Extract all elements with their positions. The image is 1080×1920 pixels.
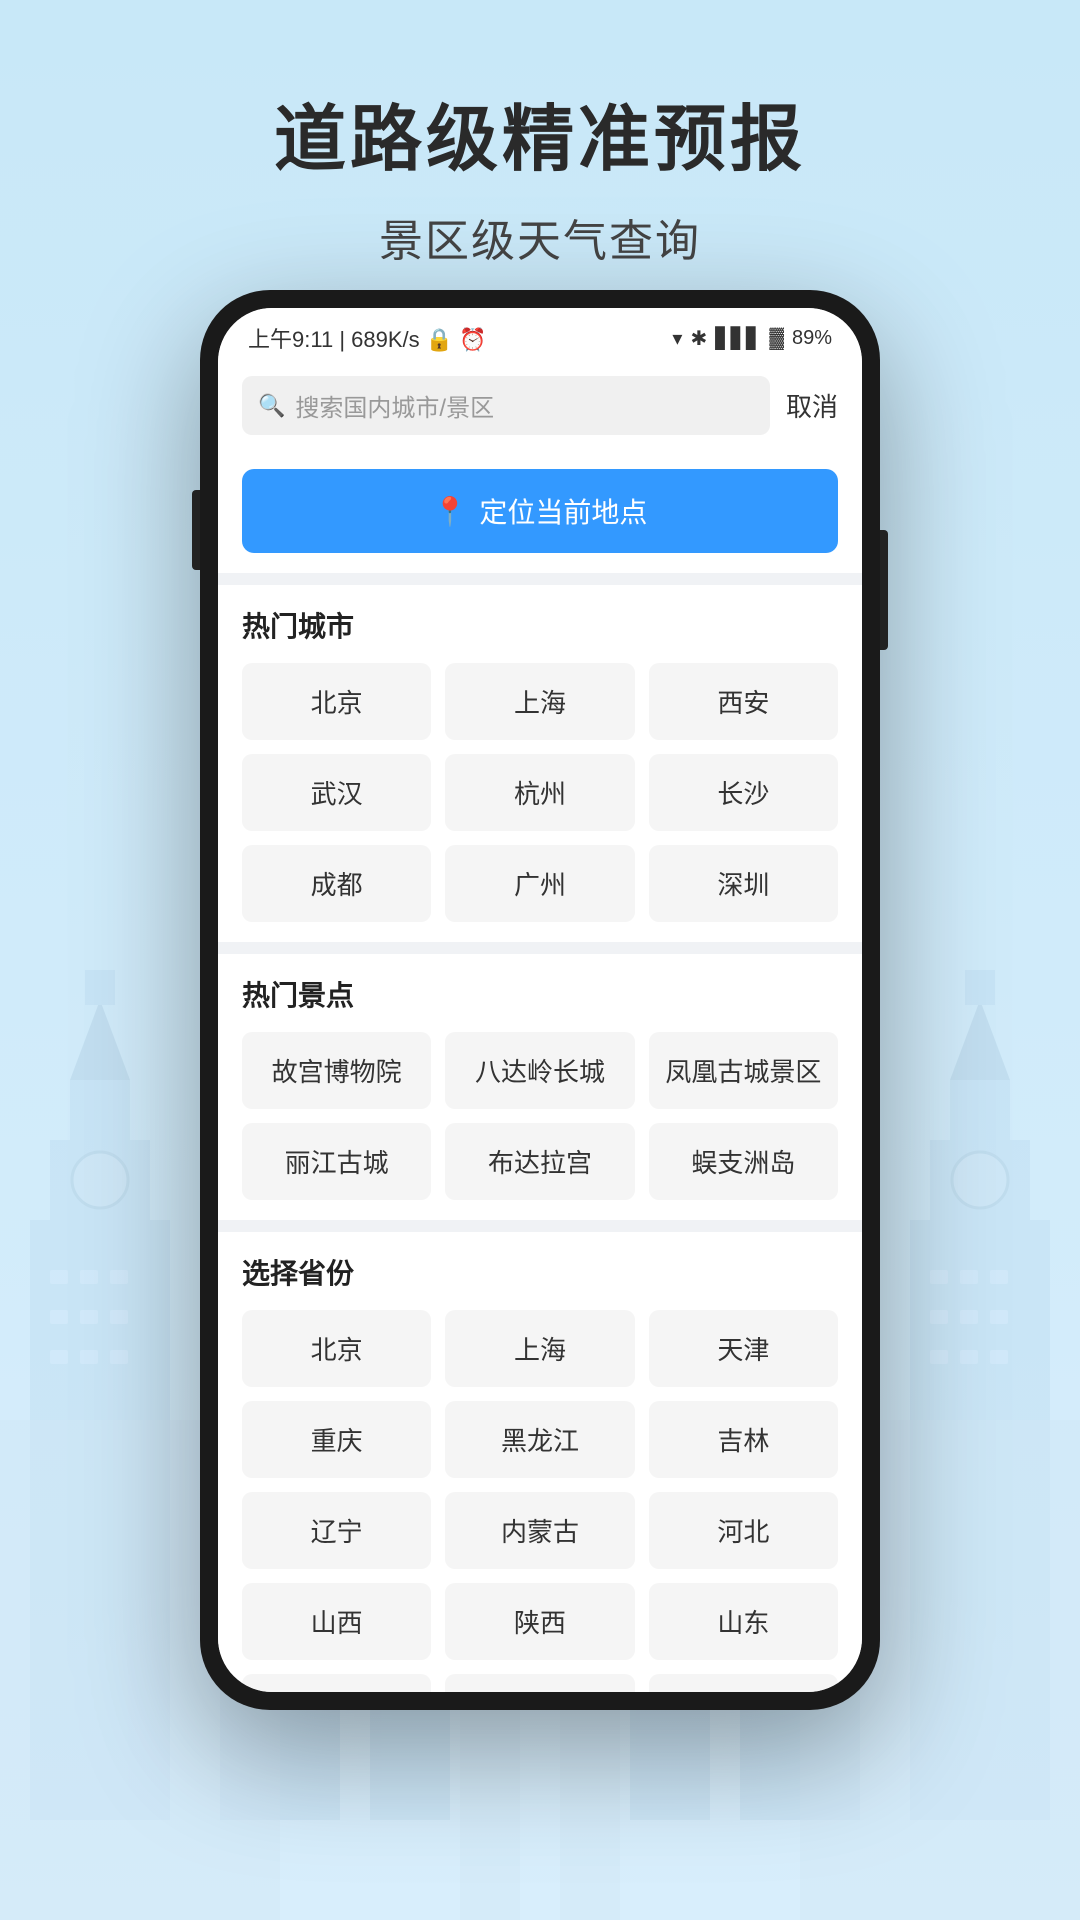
provinces-title: 选择省份: [242, 1252, 838, 1292]
search-icon: 🔍: [258, 393, 285, 419]
hot-cities-grid: 北京上海西安武汉杭州长沙成都广州深圳: [242, 663, 838, 922]
province-item[interactable]: 北京: [242, 1310, 431, 1387]
status-bar: 上午9:11 | 689K/s 🔒 ⏰ ▾ ✱ ▋▋▋ ▓ 89%: [218, 308, 862, 362]
hot-city-item[interactable]: 上海: [445, 663, 634, 740]
province-item[interactable]: 陕西: [445, 1583, 634, 1660]
battery-icon: ▓: [769, 327, 784, 350]
hot-spots-grid: 故宫博物院八达岭长城凤凰古城景区丽江古城布达拉宫蜈支洲岛: [242, 1032, 838, 1200]
phone-frame: 上午9:11 | 689K/s 🔒 ⏰ ▾ ✱ ▋▋▋ ▓ 89% 🔍 搜: [200, 290, 880, 1710]
hot-city-item[interactable]: 长沙: [649, 754, 838, 831]
phone-mockup: 上午9:11 | 689K/s 🔒 ⏰ ▾ ✱ ▋▋▋ ▓ 89% 🔍 搜: [200, 290, 880, 1710]
location-pin-icon: 📍: [433, 495, 468, 528]
hot-spots-title: 热门景点: [242, 974, 838, 1014]
province-item[interactable]: 黑龙江: [445, 1401, 634, 1478]
hot-city-item[interactable]: 广州: [445, 845, 634, 922]
hot-spot-item[interactable]: 故宫博物院: [242, 1032, 431, 1109]
hot-spot-item[interactable]: 凤凰古城景区: [649, 1032, 838, 1109]
phone-screen: 上午9:11 | 689K/s 🔒 ⏰ ▾ ✱ ▋▋▋ ▓ 89% 🔍 搜: [218, 308, 862, 1692]
signal-icon: ▋▋▋: [715, 326, 761, 351]
province-item[interactable]: 新疆: [242, 1674, 431, 1692]
hot-city-item[interactable]: 成都: [242, 845, 431, 922]
hot-city-item[interactable]: 深圳: [649, 845, 838, 922]
status-time: 上午9:11 | 689K/s 🔒 ⏰: [248, 322, 487, 354]
hot-city-item[interactable]: 武汉: [242, 754, 431, 831]
location-button-section: 📍 定位当前地点: [218, 449, 862, 573]
province-item[interactable]: 山西: [242, 1583, 431, 1660]
province-item[interactable]: 西藏: [445, 1674, 634, 1692]
search-bar-container: 🔍 搜索国内城市/景区 取消: [218, 362, 862, 449]
province-item[interactable]: 青海: [649, 1674, 838, 1692]
bluetooth-icon: ✱: [690, 326, 707, 351]
province-item[interactable]: 河北: [649, 1492, 838, 1569]
hot-spot-item[interactable]: 布达拉宫: [445, 1123, 634, 1200]
page-title-main: 道路级精准预报: [0, 80, 1080, 185]
search-input[interactable]: 搜索国内城市/景区: [295, 388, 494, 423]
wifi-icon: ▾: [672, 326, 682, 351]
province-item[interactable]: 上海: [445, 1310, 634, 1387]
search-input-wrap[interactable]: 🔍 搜索国内城市/景区: [242, 376, 770, 435]
hot-cities-section: 热门城市 北京上海西安武汉杭州长沙成都广州深圳: [218, 585, 862, 942]
province-item[interactable]: 内蒙古: [445, 1492, 634, 1569]
hot-spots-section: 热门景点 故宫博物院八达岭长城凤凰古城景区丽江古城布达拉宫蜈支洲岛: [218, 954, 862, 1220]
cancel-button[interactable]: 取消: [786, 387, 838, 424]
province-item[interactable]: 天津: [649, 1310, 838, 1387]
hot-cities-title: 热门城市: [242, 605, 838, 645]
status-icons: ▾ ✱ ▋▋▋ ▓ 89%: [672, 326, 832, 351]
province-item[interactable]: 吉林: [649, 1401, 838, 1478]
hot-city-item[interactable]: 杭州: [445, 754, 634, 831]
province-item[interactable]: 重庆: [242, 1401, 431, 1478]
locate-button[interactable]: 📍 定位当前地点: [242, 469, 838, 553]
hot-spot-item[interactable]: 八达岭长城: [445, 1032, 634, 1109]
battery-level: 89%: [792, 327, 832, 350]
locate-button-label: 定位当前地点: [479, 491, 647, 531]
provinces-grid: 北京上海天津重庆黑龙江吉林辽宁内蒙古河北山西陕西山东新疆西藏青海: [242, 1310, 838, 1692]
page-title-sub: 景区级天气查询: [0, 205, 1080, 269]
province-item[interactable]: 山东: [649, 1583, 838, 1660]
province-item[interactable]: 辽宁: [242, 1492, 431, 1569]
hot-city-item[interactable]: 西安: [649, 663, 838, 740]
hot-spot-item[interactable]: 丽江古城: [242, 1123, 431, 1200]
hot-city-item[interactable]: 北京: [242, 663, 431, 740]
hot-spot-item[interactable]: 蜈支洲岛: [649, 1123, 838, 1200]
provinces-section: 选择省份 北京上海天津重庆黑龙江吉林辽宁内蒙古河北山西陕西山东新疆西藏青海: [218, 1232, 862, 1692]
scroll-content[interactable]: 📍 定位当前地点 热门城市 北京上海西安武汉杭州长沙成都广州深圳 热门景点 故宫…: [218, 449, 862, 1692]
